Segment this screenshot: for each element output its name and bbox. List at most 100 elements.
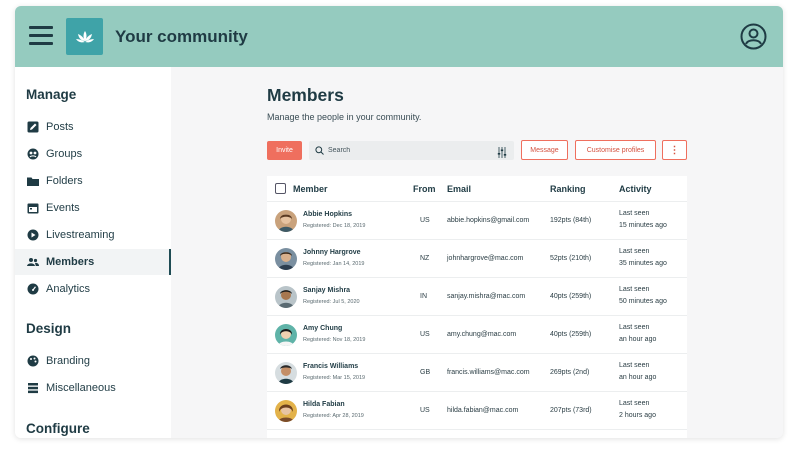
profile-icon[interactable] xyxy=(740,23,767,50)
play-icon xyxy=(26,229,39,242)
member-email: amy.chung@mac.com xyxy=(447,331,517,338)
member-registered: Registered: Apr 28, 2019 xyxy=(303,413,364,419)
column-header-email[interactable]: Email xyxy=(447,184,471,194)
search-input[interactable] xyxy=(328,147,488,154)
member-activity-label: Last seen xyxy=(619,210,650,217)
member-from: US xyxy=(420,217,430,224)
member-registered: Registered: Jul 5, 2020 xyxy=(303,299,360,305)
column-header-activity[interactable]: Activity xyxy=(619,184,652,194)
member-name[interactable]: Johnny Hargrove xyxy=(303,249,361,256)
main-content: Members Manage the people in your commun… xyxy=(171,67,783,438)
customise-profiles-button[interactable]: Customise profiles xyxy=(575,140,656,160)
sidebar-item-branding[interactable]: Branding xyxy=(15,348,171,374)
sidebar-item-posts[interactable]: Posts xyxy=(15,114,171,140)
more-options-button[interactable]: ⋮ xyxy=(662,140,687,160)
gauge-icon xyxy=(26,283,39,296)
table-row-partial xyxy=(267,429,687,438)
member-registered: Registered: Dec 18, 2019 xyxy=(303,223,366,229)
sidebar-item-label: Groups xyxy=(46,148,83,160)
member-activity-time: an hour ago xyxy=(619,374,657,381)
layers-icon xyxy=(26,382,39,395)
table-row[interactable]: Francis Williams Registered: Mar 15, 201… xyxy=(267,353,687,391)
member-from: GB xyxy=(420,369,431,376)
invite-button[interactable]: Invite xyxy=(267,141,302,160)
column-header-from[interactable]: From xyxy=(413,184,436,194)
sidebar-item-label: Livestreaming xyxy=(46,229,115,241)
section-title-design: Design xyxy=(26,321,72,336)
section-title-configure: Configure xyxy=(26,421,90,436)
member-ranking: 192pts (84th) xyxy=(550,217,592,224)
table-header: Member From Email Ranking Activity xyxy=(267,176,687,201)
calendar-icon xyxy=(26,202,39,215)
app-window: Your community Manage Posts Groups Folde… xyxy=(15,6,783,438)
member-email: hilda.fabian@mac.com xyxy=(447,407,519,414)
member-from: IN xyxy=(420,293,427,300)
member-name[interactable]: Hilda Fabian xyxy=(303,401,345,408)
member-name[interactable]: Abbie Hopkins xyxy=(303,211,352,218)
members-icon xyxy=(26,256,39,269)
community-title: Your community xyxy=(115,27,248,46)
search-icon xyxy=(315,142,324,160)
avatar xyxy=(275,362,297,384)
member-ranking: 207pts (73rd) xyxy=(550,407,592,414)
member-activity-time: 15 minutes ago xyxy=(619,222,667,229)
avatar xyxy=(275,400,297,422)
table-row[interactable]: Johnny Hargrove Registered: Jan 14, 2019… xyxy=(267,239,687,277)
top-bar: Your community xyxy=(15,6,783,67)
message-button[interactable]: Message xyxy=(521,140,568,160)
member-email: sanjay.mishra@mac.com xyxy=(447,293,526,300)
member-email: abbie.hopkins@gmail.com xyxy=(447,217,530,224)
filter-sliders-icon[interactable] xyxy=(497,145,507,158)
avatar xyxy=(275,210,297,232)
page-subtitle: Manage the people in your community. xyxy=(267,112,422,122)
member-from: US xyxy=(420,331,430,338)
member-activity-time: 35 minutes ago xyxy=(619,260,667,267)
section-title-manage: Manage xyxy=(26,87,77,102)
menu-icon[interactable] xyxy=(29,26,53,46)
sidebar-item-members[interactable]: Members xyxy=(15,249,171,275)
sidebar-item-label: Branding xyxy=(46,355,91,367)
member-activity-label: Last seen xyxy=(619,324,650,331)
member-name[interactable]: Amy Chung xyxy=(303,325,342,332)
table-row[interactable]: Hilda Fabian Registered: Apr 28, 2019 US… xyxy=(267,391,687,429)
sidebar-item-analytics[interactable]: Analytics xyxy=(15,276,171,302)
member-ranking: 40pts (259th) xyxy=(550,293,592,300)
member-registered: Registered: Mar 15, 2019 xyxy=(303,375,366,381)
member-activity-label: Last seen xyxy=(619,248,650,255)
member-name[interactable]: Francis Williams xyxy=(303,363,358,370)
sidebar-item-groups[interactable]: Groups xyxy=(15,141,171,167)
column-header-ranking[interactable]: Ranking xyxy=(550,184,586,194)
groups-icon xyxy=(26,148,39,161)
member-email: johnhargrove@mac.com xyxy=(447,255,524,262)
column-header-member[interactable]: Member xyxy=(293,184,328,194)
search-box xyxy=(309,141,514,160)
edit-icon xyxy=(26,121,39,134)
sidebar-item-folders[interactable]: Folders xyxy=(15,168,171,194)
page-title: Members xyxy=(267,85,344,105)
member-ranking: 269pts (2nd) xyxy=(550,369,590,376)
member-registered: Registered: Jan 14, 2019 xyxy=(303,261,365,267)
sidebar-item-events[interactable]: Events xyxy=(15,195,171,221)
sidebar-item-livestreaming[interactable]: Livestreaming xyxy=(15,222,171,248)
sidebar-item-label: Folders xyxy=(46,175,83,187)
sidebar-item-label: Miscellaneous xyxy=(46,382,116,394)
table-row[interactable]: Abbie Hopkins Registered: Dec 18, 2019 U… xyxy=(267,201,687,239)
member-registered: Registered: Nov 18, 2019 xyxy=(303,337,366,343)
table-row[interactable]: Amy Chung Registered: Nov 18, 2019 US am… xyxy=(267,315,687,353)
member-activity-label: Last seen xyxy=(619,400,650,407)
sidebar: Manage Posts Groups Folders Events Lives… xyxy=(15,67,171,438)
table-row[interactable]: Sanjay Mishra Registered: Jul 5, 2020 IN… xyxy=(267,277,687,315)
member-name[interactable]: Sanjay Mishra xyxy=(303,287,350,294)
member-from: US xyxy=(420,407,430,414)
member-activity-label: Last seen xyxy=(619,286,650,293)
member-email: francis.williams@mac.com xyxy=(447,369,530,376)
avatar xyxy=(275,248,297,270)
lotus-logo-icon xyxy=(66,18,103,55)
select-all-checkbox[interactable] xyxy=(275,183,286,194)
sidebar-item-label: Posts xyxy=(46,121,74,133)
sidebar-item-miscellaneous[interactable]: Miscellaneous xyxy=(15,375,171,401)
palette-icon xyxy=(26,355,39,368)
sidebar-item-label: Analytics xyxy=(46,283,91,295)
member-ranking: 40pts (259th) xyxy=(550,331,592,338)
sidebar-item-label: Members xyxy=(46,256,95,268)
